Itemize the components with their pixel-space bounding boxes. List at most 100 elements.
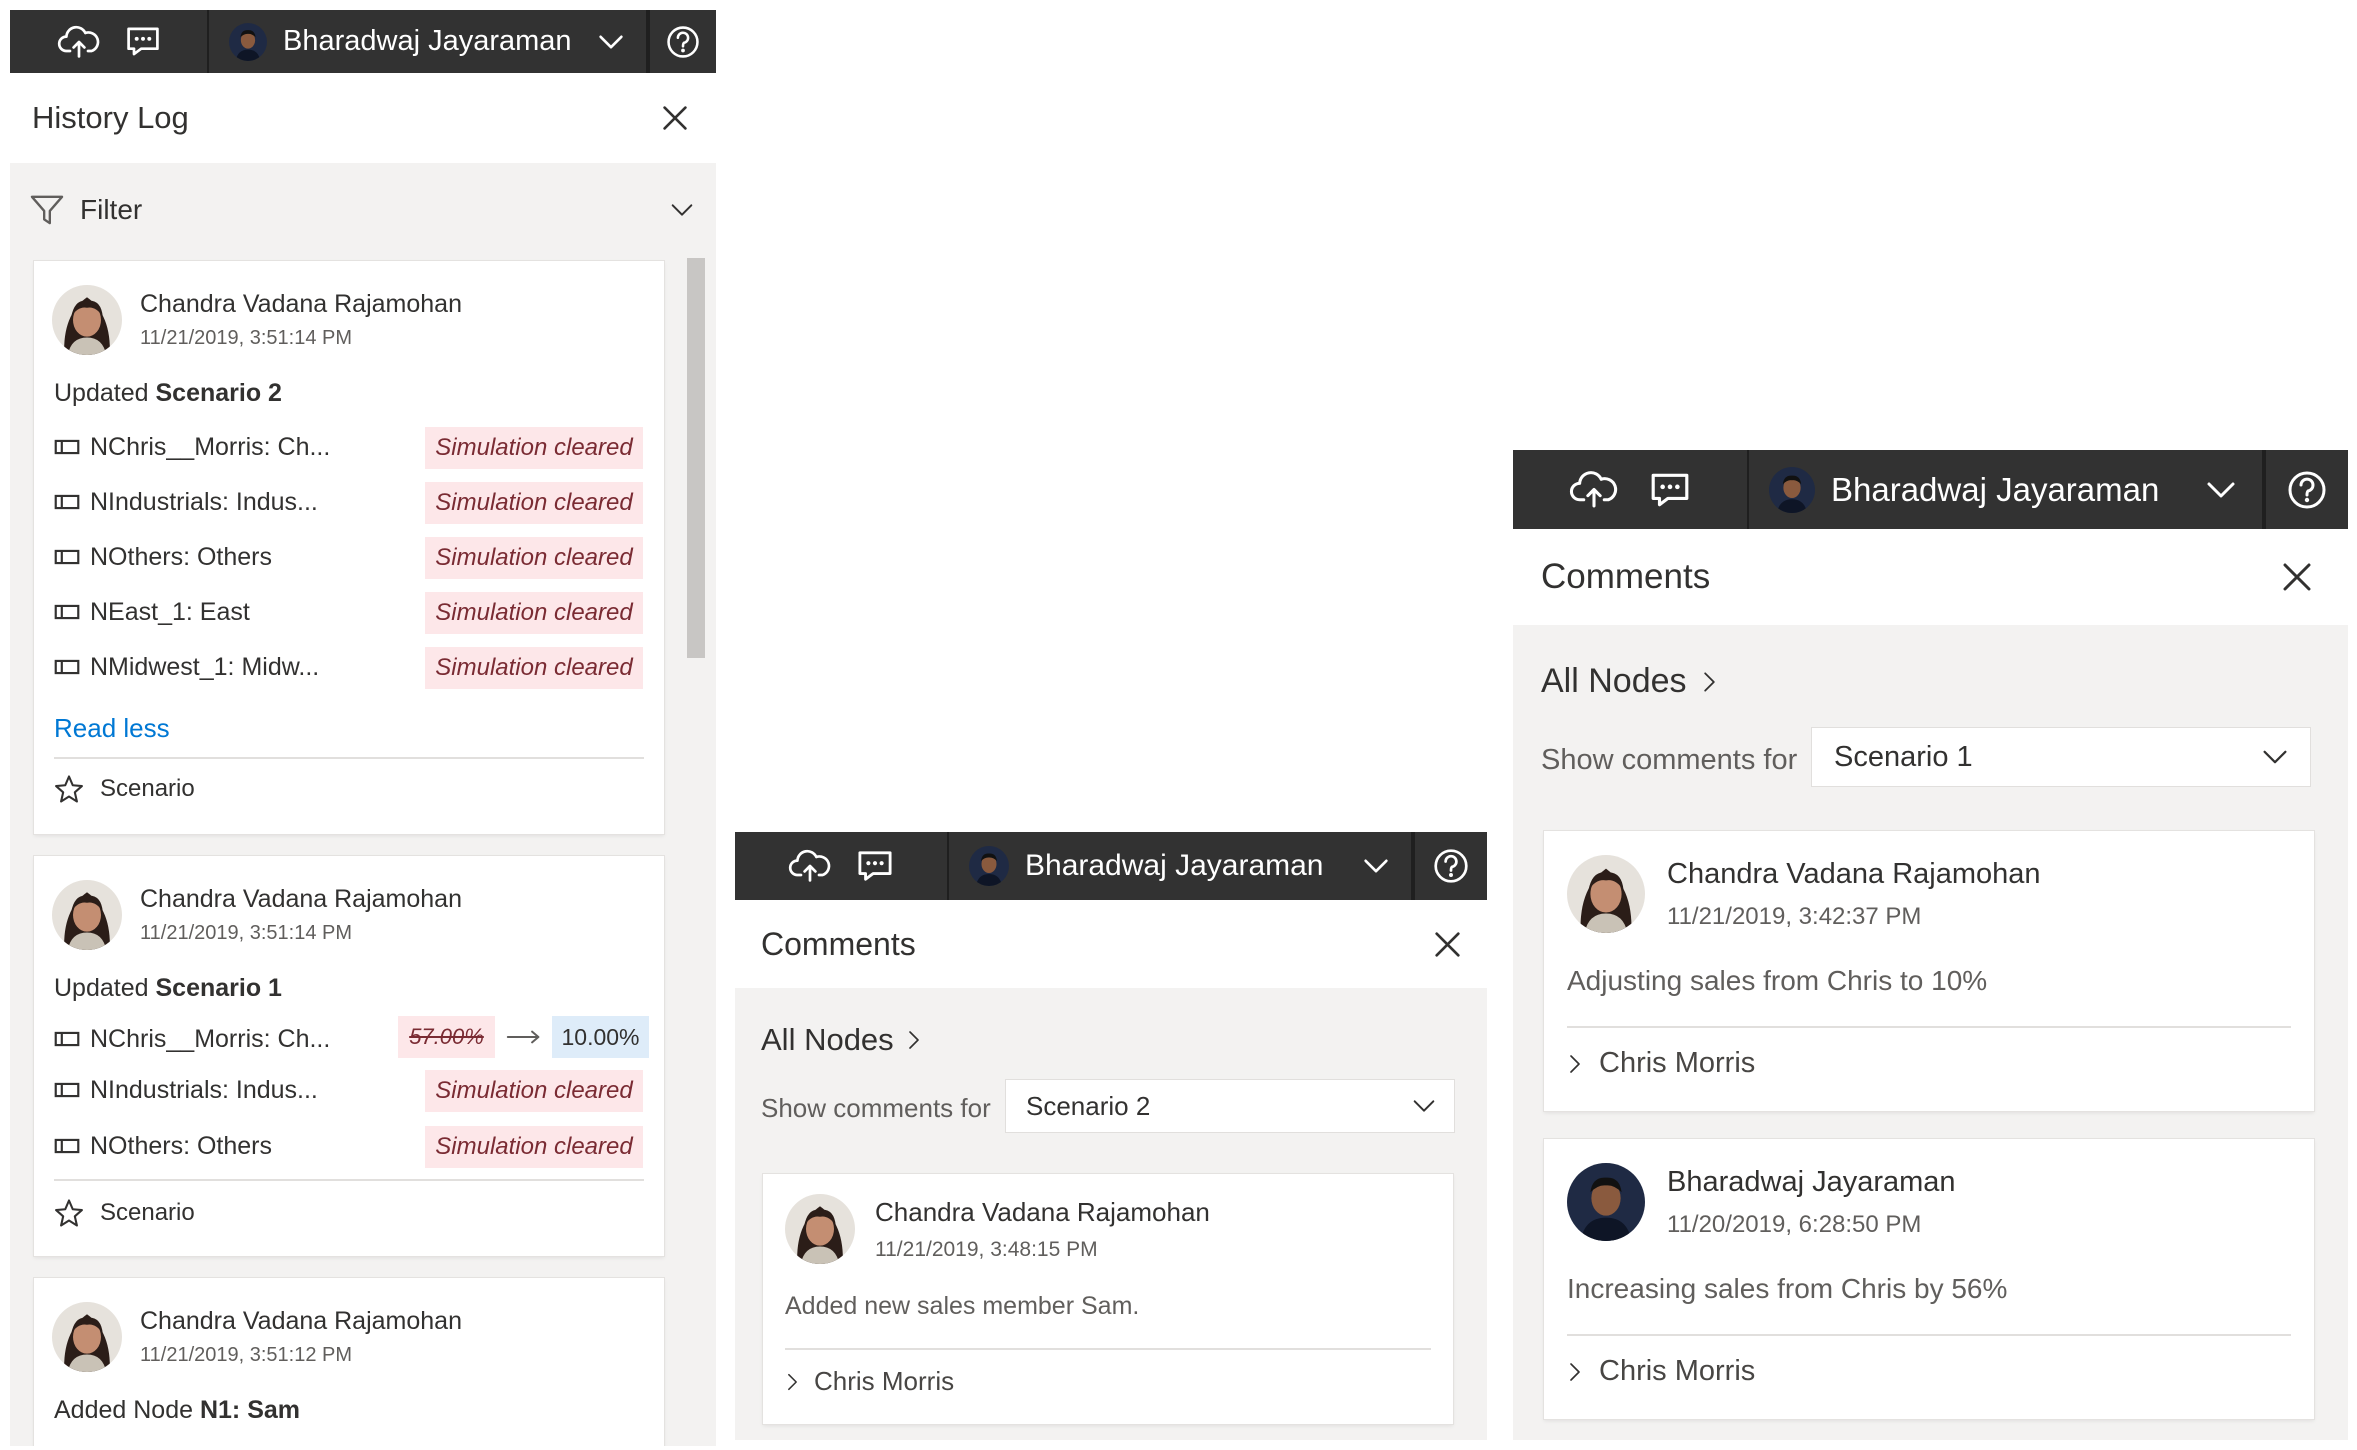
- star-icon[interactable]: [54, 1198, 84, 1228]
- comment-time: 11/21/2019, 3:48:15 PM: [875, 1237, 1098, 1261]
- avatar: [1567, 1163, 1645, 1241]
- close-icon[interactable]: [662, 105, 688, 131]
- help-icon[interactable]: [666, 25, 700, 59]
- comment-author: Bharadwaj Jayaraman: [1667, 1165, 1956, 1198]
- star-icon[interactable]: [54, 774, 84, 804]
- panel-title: Comments: [761, 925, 916, 962]
- comment-time: 11/20/2019, 6:28:50 PM: [1667, 1210, 1922, 1238]
- user-menu[interactable]: Bharadwaj Jayaraman: [209, 10, 648, 73]
- upload-cloud-icon[interactable]: [57, 24, 101, 60]
- close-icon[interactable]: [2282, 562, 2312, 592]
- node-name: Chris Morris: [814, 1366, 955, 1396]
- old-value: 57.00%: [409, 1024, 484, 1049]
- history-log-panel: Bharadwaj Jayaraman History Log Filter C…: [10, 10, 716, 1446]
- history-entry: Chandra Vadana Rajamohan 11/21/2019, 3:5…: [34, 261, 664, 834]
- entry-action: Added Node N1: Sam: [54, 1396, 300, 1425]
- user-menu[interactable]: Bharadwaj Jayaraman: [1749, 450, 2264, 529]
- help-button[interactable]: [2264, 450, 2348, 529]
- top-bar: Bharadwaj Jayaraman: [10, 10, 716, 73]
- comment-node-link[interactable]: Chris Morris: [787, 1366, 954, 1397]
- filter-icon: [30, 194, 64, 226]
- show-comments-label: Show comments for: [761, 1093, 991, 1123]
- comment-icon[interactable]: [856, 849, 894, 883]
- close-icon[interactable]: [1434, 931, 1461, 958]
- avatar: [1567, 855, 1645, 933]
- scenario-select[interactable]: Scenario 1: [1811, 727, 2311, 787]
- node-icon: [54, 438, 80, 456]
- avatar: [52, 880, 122, 950]
- action-target: N1: Sam: [199, 1396, 301, 1424]
- entry-author: Chandra Vadana Rajamohan: [140, 885, 462, 913]
- status-badge: Simulation cleared: [425, 1070, 643, 1112]
- arrow-right-icon: [506, 1029, 542, 1045]
- comment-card: Chandra Vadana Rajamohan 11/21/2019, 3:4…: [763, 1174, 1453, 1424]
- comment-header: Bharadwaj Jayaraman 11/20/2019, 6:28:50 …: [1567, 1163, 1956, 1241]
- chevron-right-icon: [1569, 1053, 1581, 1075]
- comment-icon[interactable]: [125, 25, 161, 58]
- scenario-footer[interactable]: Scenario: [54, 1198, 195, 1228]
- topbar-action-group: [735, 832, 949, 900]
- help-button[interactable]: [1413, 832, 1487, 900]
- help-icon[interactable]: [1433, 848, 1469, 884]
- comment-author: Chandra Vadana Rajamohan: [1667, 857, 2041, 890]
- status-badge: Simulation cleared: [425, 1126, 643, 1168]
- entry-author: Chandra Vadana Rajamohan: [140, 1307, 462, 1335]
- node-icon: [54, 1030, 80, 1048]
- entry-header: Chandra Vadana Rajamohan 11/21/2019, 3:5…: [52, 880, 462, 950]
- breadcrumb-label: All Nodes: [761, 1022, 894, 1057]
- comment-card: Chandra Vadana Rajamohan 11/21/2019, 3:4…: [1544, 831, 2314, 1111]
- topbar-action-group: [10, 10, 209, 73]
- scenario-select[interactable]: Scenario 2: [1005, 1079, 1455, 1133]
- change-row: NOthers: Others: [54, 1126, 272, 1166]
- change-row: NIndustrials: Indus...: [54, 1070, 318, 1110]
- comment-author: Chandra Vadana Rajamohan: [875, 1196, 1210, 1227]
- node-name: NChris__Morris: Ch...: [90, 432, 331, 461]
- comment-node-link[interactable]: Chris Morris: [1569, 1047, 1755, 1080]
- node-name: NChris__Morris: Ch...: [90, 1024, 331, 1053]
- chevron-down-icon[interactable]: [1363, 858, 1389, 874]
- node-name: NIndustrials: Indus...: [90, 1075, 318, 1104]
- node-name: NIndustrials: Indus...: [90, 487, 318, 516]
- user-name: Bharadwaj Jayaraman: [1831, 470, 2160, 508]
- upload-cloud-icon[interactable]: [1569, 469, 1619, 510]
- divider: [54, 1179, 644, 1181]
- help-button[interactable]: [648, 10, 716, 73]
- scenario-footer[interactable]: Scenario: [54, 774, 195, 804]
- entry-time: 11/21/2019, 3:51:14 PM: [140, 327, 353, 349]
- node-icon: [54, 658, 80, 676]
- action-target: Scenario 1: [155, 974, 282, 1002]
- help-icon[interactable]: [2287, 470, 2327, 510]
- user-name: Bharadwaj Jayaraman: [1025, 849, 1324, 882]
- entry-header: Chandra Vadana Rajamohan 11/21/2019, 3:5…: [52, 1302, 462, 1372]
- node-icon: [54, 1137, 80, 1155]
- divider: [785, 1348, 1431, 1350]
- entry-header: Chandra Vadana Rajamohan 11/21/2019, 3:5…: [52, 285, 462, 355]
- comment-icon[interactable]: [1649, 471, 1691, 509]
- chevron-down-icon[interactable]: [598, 34, 624, 50]
- comment-card: Bharadwaj Jayaraman 11/20/2019, 6:28:50 …: [1544, 1139, 2314, 1419]
- comment-node-link[interactable]: Chris Morris: [1569, 1355, 1755, 1388]
- read-less-link[interactable]: Read less: [54, 713, 170, 744]
- change-row: NEast_1: East: [54, 592, 250, 632]
- comment-header: Chandra Vadana Rajamohan 11/21/2019, 3:4…: [1567, 855, 2041, 933]
- scrollbar-thumb[interactable]: [687, 258, 705, 658]
- breadcrumb[interactable]: All Nodes: [761, 1022, 920, 1058]
- change-row: NChris__Morris: Ch...: [54, 1019, 330, 1059]
- user-menu[interactable]: Bharadwaj Jayaraman: [949, 832, 1413, 900]
- comment-text: Increasing sales from Chris by 56%: [1567, 1273, 2008, 1304]
- status-badge: Simulation cleared: [425, 537, 643, 579]
- comment-time: 11/21/2019, 3:42:37 PM: [1667, 902, 1922, 930]
- chevron-down-icon[interactable]: [2206, 481, 2236, 499]
- comments-header: Comments: [735, 900, 1487, 988]
- breadcrumb-label: All Nodes: [1541, 662, 1687, 700]
- divider: [54, 757, 644, 759]
- history-entry: Chandra Vadana Rajamohan 11/21/2019, 3:5…: [34, 856, 664, 1256]
- panel-title: Comments: [1541, 557, 1711, 596]
- comment-text: Adjusting sales from Chris to 10%: [1567, 965, 1988, 996]
- comments-panel-small: Bharadwaj Jayaraman Comments All Nodes S…: [735, 832, 1487, 1440]
- breadcrumb[interactable]: All Nodes: [1541, 662, 1716, 701]
- action-target: Scenario 2: [155, 379, 282, 407]
- upload-cloud-icon[interactable]: [788, 848, 832, 884]
- filter-toggle[interactable]: Filter: [30, 185, 694, 235]
- entry-action: Updated Scenario 1: [54, 974, 282, 1003]
